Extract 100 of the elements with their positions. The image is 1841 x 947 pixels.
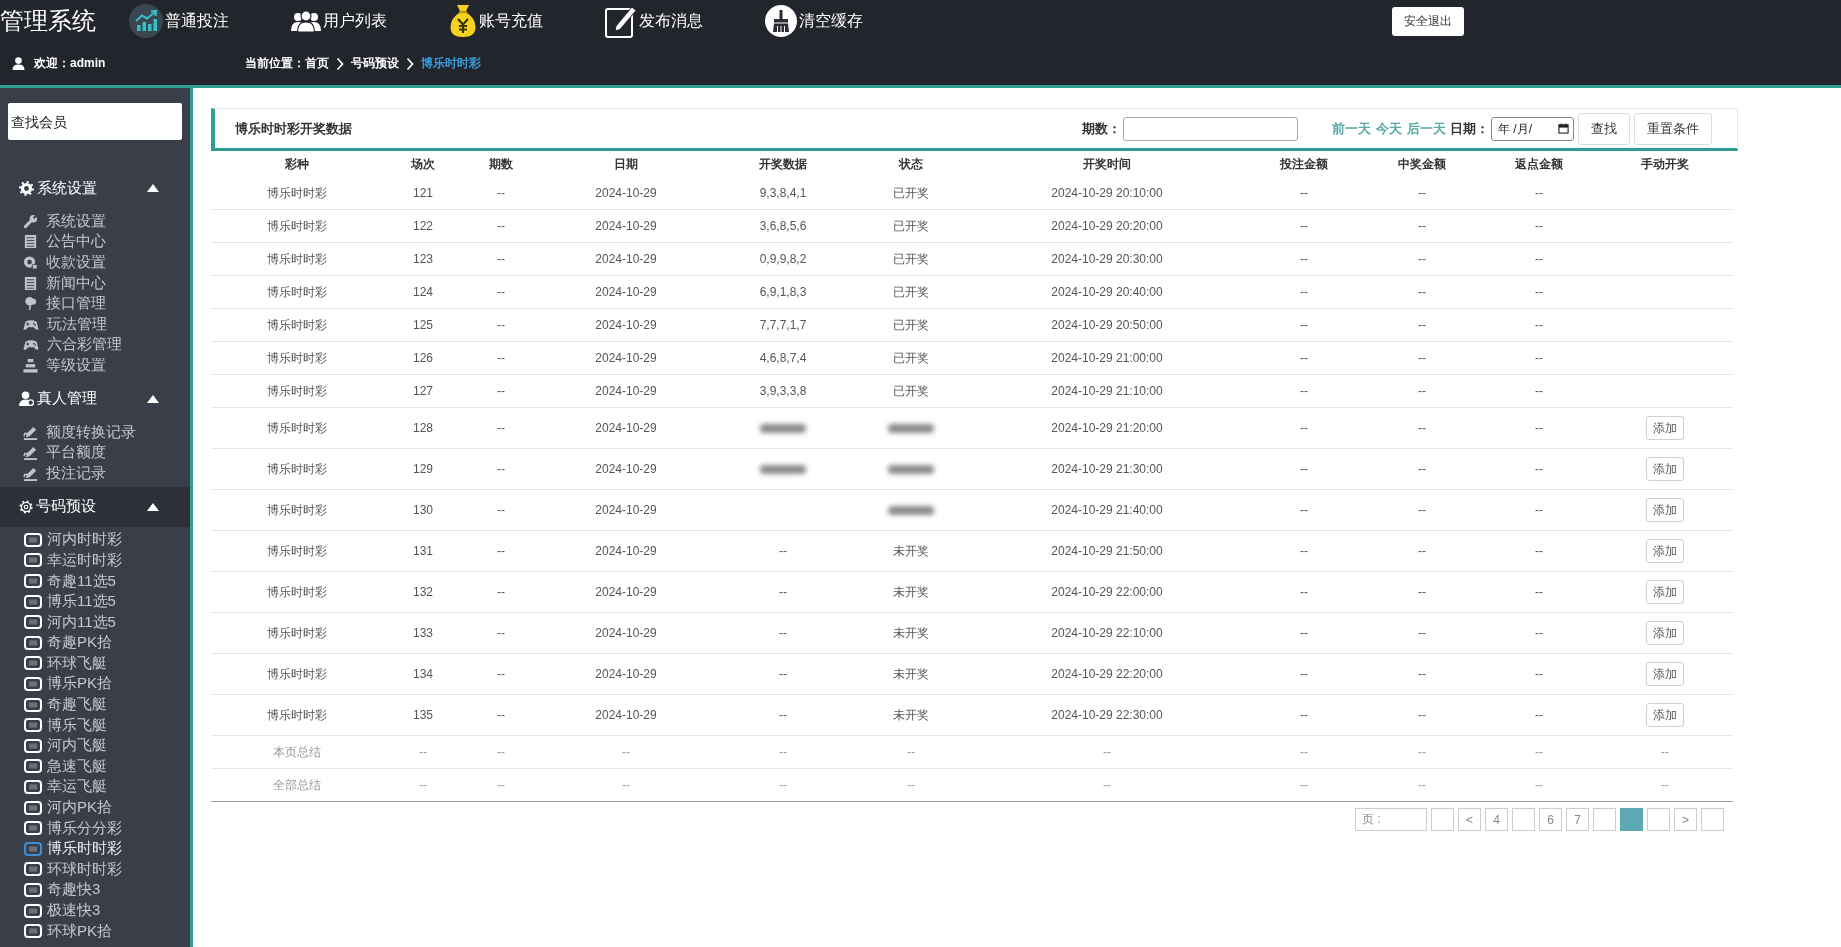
page-button[interactable] [1512,808,1535,831]
window-icon [24,532,42,547]
filter-button[interactable]: 查找 [1578,112,1630,145]
page-button[interactable]: < [1458,808,1481,831]
table-cell: -- [463,308,539,342]
table-cell: 2024-10-29 20:50:00 [969,308,1245,342]
issue-field[interactable] [1123,116,1298,141]
window-icon [24,862,42,877]
page-button[interactable] [1431,808,1454,831]
table-cell: 2024-10-29 21:50:00 [969,530,1245,572]
page-button[interactable] [1593,808,1616,831]
nav-link[interactable]: 账号充值 [449,4,543,38]
sidebar-item[interactable]: 幸运时时彩 [0,550,190,571]
sidebar-item[interactable]: 河内11选5 [0,611,190,633]
pen-icon [23,445,38,461]
add-button[interactable]: 添加 [1646,457,1684,481]
add-button[interactable]: 添加 [1646,580,1684,604]
sidebar-item[interactable]: 河内飞艇 [0,735,190,757]
sidebar-item[interactable]: 博乐PK拾 [0,673,190,695]
window-icon [24,656,42,671]
page-button[interactable] [1701,808,1724,831]
table-cell: 4,6,8,7,4 [713,341,853,375]
sidebar-item[interactable]: 奇趣11选5 [0,570,190,592]
sidebar-item[interactable]: 环球飞艇 [0,653,190,674]
table-cell: 博乐时时彩 [211,530,383,572]
sidebar-group-header[interactable]: 系统设置 [0,168,190,208]
table-cell: -- [383,768,463,802]
add-button[interactable]: 添加 [1646,498,1684,522]
sidebar-item[interactable]: 博乐飞艇 [0,714,190,736]
add-button[interactable]: 添加 [1646,621,1684,645]
table-cell: 已开奖 [853,275,969,309]
sidebar-item[interactable]: 公告中心 [0,231,190,253]
sidebar-item[interactable]: 奇趣快3 [0,879,190,901]
sidebar-item[interactable]: 额度转换记录 [0,421,190,443]
pen-icon [23,465,38,481]
table-cell: 未开奖 [853,612,969,654]
breadcrumb-link[interactable]: 首页 [305,55,329,72]
table-cell: -- [463,653,539,695]
page-button[interactable] [1620,808,1643,831]
sidebar-item[interactable]: 环球时时彩 [0,859,190,880]
table-cell: 134 [383,653,463,695]
sidebar-item[interactable]: 极速快3 [0,900,190,921]
nav-link[interactable]: 清空缓存 [765,4,863,38]
sidebar-item[interactable]: 河内时时彩 [0,529,190,551]
sidebar-item[interactable]: 六合彩管理 [0,334,190,356]
nav-link[interactable]: 发布消息 [605,4,703,38]
sidebar-item[interactable]: 博乐分分彩 [0,817,190,839]
table-cell: -- [1481,407,1597,449]
breadcrumb-link[interactable]: 博乐时时彩 [421,55,481,72]
table-cell: -- [463,275,539,309]
sidebar-item[interactable]: 河内PK拾 [0,797,190,818]
table-cell: 2024-10-29 [539,242,713,276]
page-button[interactable]: > [1674,808,1697,831]
table-cell: 2024-10-29 [539,308,713,342]
add-button[interactable]: 添加 [1646,539,1684,563]
nav-link[interactable]: 用户列表 [291,4,387,38]
table-cell: -- [463,530,539,572]
sidebar-item[interactable]: 平台额度 [0,442,190,463]
page-button[interactable] [1647,808,1670,831]
date-field[interactable]: 年 /月/ [1491,116,1574,141]
add-button[interactable]: 添加 [1646,703,1684,727]
sidebar-item[interactable]: 环球PK拾 [0,920,190,942]
sidebar-item[interactable]: 等级设置 [0,355,190,376]
column-header: 开奖数据 [758,155,808,173]
window-icon [24,574,42,588]
sidebar-item[interactable]: 系统设置 [0,211,190,232]
nav-link[interactable]: 普通投注 [129,4,229,38]
logout-button[interactable]: 安全退出 [1392,6,1464,36]
table-cell: -- [1245,407,1363,449]
page-button[interactable]: 页 : [1355,808,1427,831]
sidebar-group-header[interactable]: 真人管理 [0,378,190,419]
sidebar-item[interactable]: 幸运飞艇 [0,776,190,798]
table-cell: 已开奖 [853,177,969,210]
sidebar-item[interactable]: 博乐时时彩 [0,838,190,860]
sidebar-item[interactable]: 新闻中心 [0,272,190,294]
sidebar-item[interactable]: 奇趣PK拾 [0,632,190,654]
window-icon [24,821,42,836]
table-cell: 博乐时时彩 [211,489,383,531]
breadcrumb-link[interactable]: 号码预设 [351,55,399,72]
window-icon [24,615,42,630]
page-button[interactable]: 7 [1566,808,1589,831]
sidebar-item[interactable]: 投注记录 [0,462,190,484]
search-field[interactable]: 查找会员 [8,103,182,140]
add-button[interactable]: 添加 [1646,416,1684,440]
sidebar-item[interactable]: 急速飞艇 [0,756,190,777]
page-button[interactable]: 4 [1485,808,1508,831]
sidebar-item[interactable]: 收款设置 [0,252,190,273]
table-cell: 2024-10-29 [539,341,713,375]
add-button[interactable]: 添加 [1646,662,1684,686]
sidebar-group-header[interactable]: 号码预设 [0,486,190,527]
sidebar-item[interactable]: 博乐11选5 [0,591,190,612]
sidebar-item[interactable]: 玩法管理 [0,313,190,335]
table-cell: -- [1363,571,1481,613]
sidebar-item[interactable]: 奇趣飞艇 [0,694,190,715]
table-cell: -- [1597,735,1733,769]
table-cell: 123 [383,242,463,276]
sidebar-item[interactable]: 接口管理 [0,293,190,314]
coin-icon [23,255,38,270]
page-button[interactable]: 6 [1539,808,1562,831]
filter-button[interactable]: 重置条件 [1634,112,1712,145]
